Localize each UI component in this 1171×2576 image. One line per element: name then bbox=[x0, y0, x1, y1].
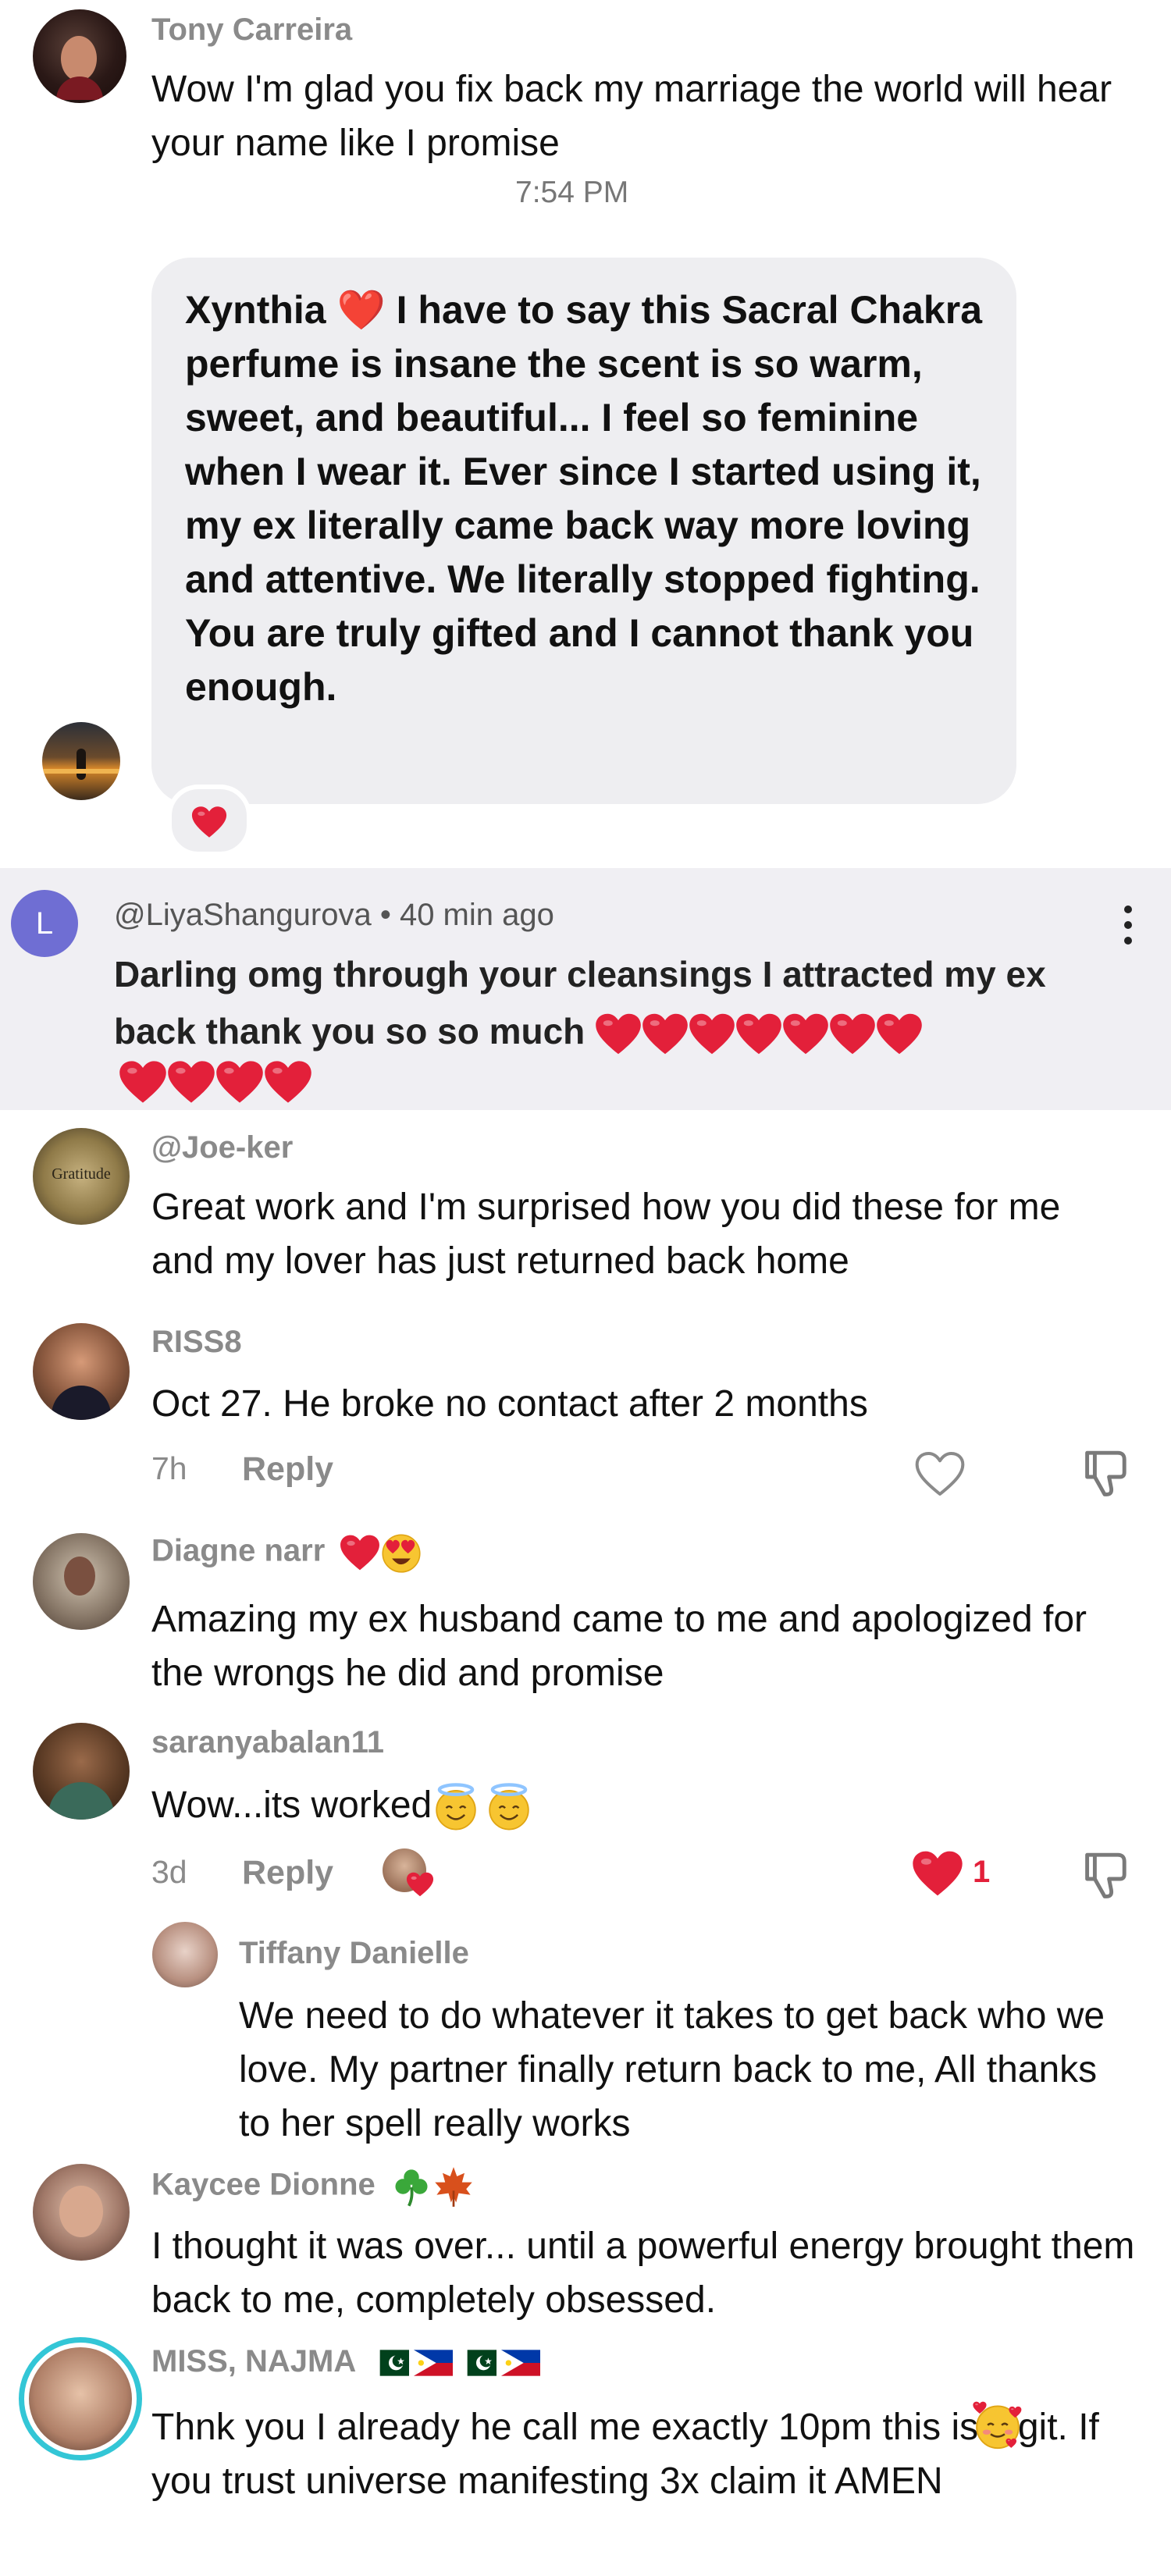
halo-face-icon bbox=[485, 1783, 533, 1831]
heart-icon bbox=[215, 1060, 264, 1104]
comment-author-name[interactable]: Diagne narr bbox=[151, 1532, 422, 1574]
heart-icon bbox=[595, 1012, 642, 1055]
heart-icon bbox=[735, 1012, 782, 1055]
comment-header: @LiyaShangurova • 40 min ago bbox=[114, 898, 554, 932]
avatar[interactable] bbox=[152, 1922, 218, 1987]
comment-author-name[interactable]: MISS, NAJMA bbox=[151, 2344, 545, 2379]
comment-text: Great work and I'm surprised how you did… bbox=[151, 1187, 1061, 1282]
avatar[interactable] bbox=[33, 1323, 130, 1420]
comment-author-handle[interactable]: @LiyaShangurova bbox=[114, 898, 372, 932]
like-heart-outline-icon[interactable] bbox=[913, 1450, 966, 1497]
comment-time: 7h bbox=[151, 1450, 187, 1486]
comment-text: Wow I'm glad you fix back my marriage th… bbox=[151, 69, 1112, 164]
heart-icon bbox=[829, 1012, 876, 1055]
heart-icon bbox=[689, 1012, 735, 1055]
avatar[interactable] bbox=[33, 9, 126, 103]
avatar[interactable]: Gratitude bbox=[33, 1128, 130, 1225]
comment-text: Oct 27. He broke no contact after 2 mont… bbox=[151, 1383, 868, 1425]
philippines-flag-icon bbox=[501, 2350, 540, 2376]
comment-author-name[interactable]: @Joe-ker bbox=[151, 1130, 293, 1165]
dislike-icon[interactable] bbox=[1077, 1444, 1132, 1499]
message-timestamp: 7:54 PM bbox=[515, 176, 629, 209]
message-text: Xynthia ❤️ I have to say this Sacral Cha… bbox=[185, 288, 982, 709]
comment-author-name[interactable]: saranyabalan11 bbox=[151, 1725, 384, 1760]
shamrock-icon bbox=[390, 2165, 432, 2208]
avatar-letter: L bbox=[35, 906, 54, 941]
heart-icon bbox=[876, 1012, 923, 1055]
avatar[interactable]: L bbox=[11, 890, 78, 957]
comment-time: 40 min ago bbox=[399, 898, 554, 932]
halo-face-icon bbox=[432, 1783, 480, 1831]
reply-button[interactable]: Reply bbox=[242, 1854, 333, 1892]
heart-icon bbox=[406, 1872, 434, 1897]
heart-icon bbox=[264, 1060, 312, 1104]
smiling-face-hearts-icon bbox=[973, 2401, 1023, 2451]
comment-text: I thought it was over... until a powerfu… bbox=[151, 2226, 1135, 2321]
reply-button[interactable]: Reply bbox=[242, 1450, 333, 1489]
pakistan-flag-icon bbox=[370, 2350, 409, 2376]
avatar[interactable] bbox=[42, 722, 120, 800]
maple-leaf-icon bbox=[432, 2165, 475, 2208]
comment-text: Amazing my ex husband came to me and apo… bbox=[151, 1599, 1087, 1694]
heart-icon bbox=[191, 806, 227, 838]
heart-icon bbox=[119, 1060, 167, 1104]
comment-author-name[interactable]: RISS8 bbox=[151, 1325, 242, 1360]
dislike-icon[interactable] bbox=[1077, 1846, 1132, 1901]
avatar[interactable] bbox=[33, 1723, 130, 1820]
heart-icon bbox=[642, 1012, 689, 1055]
like-count: 1 bbox=[973, 1855, 991, 1889]
comment-author-name[interactable]: Tiffany Danielle bbox=[239, 1936, 469, 1971]
comment-author-name[interactable]: Tony Carreira bbox=[151, 12, 352, 48]
heart-icon bbox=[167, 1060, 215, 1104]
avatar[interactable] bbox=[33, 2164, 130, 2261]
avatar[interactable] bbox=[19, 2337, 142, 2460]
pakistan-flag-icon bbox=[457, 2350, 497, 2376]
heart-icon bbox=[782, 1012, 829, 1055]
comment-author-name[interactable]: Kaycee Dionne bbox=[151, 2165, 475, 2208]
comment-text: Wow...its worked bbox=[151, 1778, 1119, 1832]
reaction-badge[interactable] bbox=[167, 785, 251, 856]
like-heart-filled-icon[interactable] bbox=[912, 1850, 963, 1897]
heart-icon bbox=[340, 1534, 380, 1571]
avatar-text: Gratitude bbox=[52, 1165, 111, 1183]
philippines-flag-icon bbox=[414, 2350, 453, 2376]
avatar[interactable] bbox=[33, 1533, 130, 1630]
comment-text: We need to do whatever it takes to get b… bbox=[239, 1995, 1105, 2144]
heart-emoji-row bbox=[119, 1060, 312, 1104]
heart-eyes-face-icon bbox=[380, 1532, 422, 1574]
more-options-icon[interactable] bbox=[1124, 906, 1134, 949]
comment-time: 3d bbox=[151, 1854, 187, 1890]
comment-text: Darling omg through your cleansings I at… bbox=[114, 946, 1121, 1060]
